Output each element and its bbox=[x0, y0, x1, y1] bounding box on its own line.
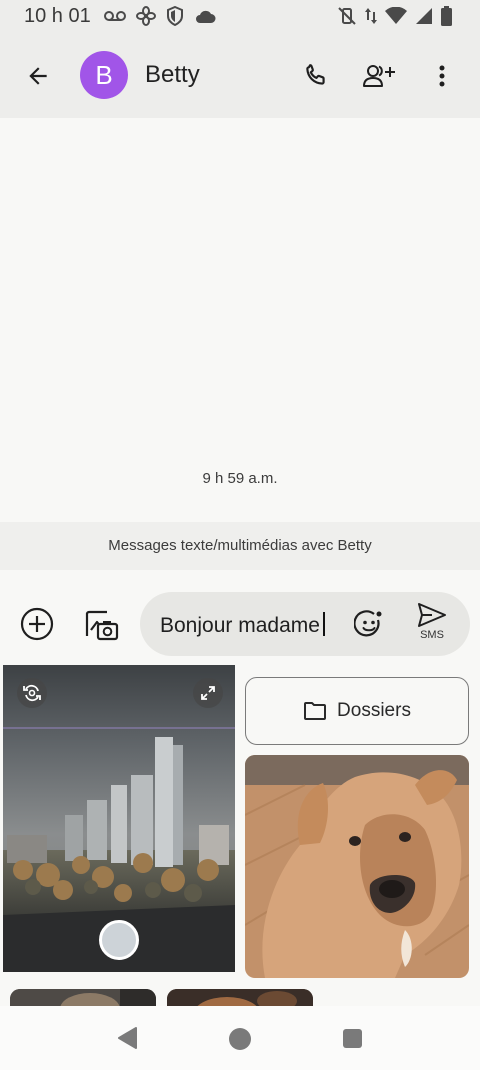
thumbnail-image bbox=[10, 989, 156, 1006]
emoji-button[interactable] bbox=[352, 608, 386, 642]
folder-icon bbox=[304, 702, 327, 720]
photo-camera-icon bbox=[85, 610, 119, 641]
message-input[interactable]: Bonjour madame bbox=[160, 612, 325, 638]
arrow-back-icon bbox=[29, 67, 47, 85]
attach-button[interactable] bbox=[18, 605, 56, 643]
capture-button[interactable] bbox=[99, 920, 139, 960]
more-options-button[interactable] bbox=[424, 56, 460, 96]
switch-camera-button[interactable] bbox=[17, 678, 47, 708]
message-input-box[interactable]: Bonjour madame SMS bbox=[140, 592, 470, 656]
send-mode-label: SMS bbox=[420, 629, 444, 641]
nav-home-button[interactable] bbox=[229, 1028, 251, 1050]
data-arrows-icon bbox=[365, 8, 377, 24]
gallery-camera-button[interactable] bbox=[80, 603, 122, 645]
fullscreen-camera-button[interactable] bbox=[193, 678, 223, 708]
media-picker: Dossiers bbox=[0, 664, 480, 1006]
contact-name[interactable]: Betty bbox=[145, 61, 200, 89]
thumbnail-image bbox=[167, 989, 313, 1006]
call-button[interactable] bbox=[296, 56, 336, 96]
conversation-app-bar: B Betty bbox=[0, 34, 480, 118]
gallery-photo-dog[interactable] bbox=[245, 755, 469, 978]
fan-icon bbox=[136, 6, 156, 26]
status-time: 10 h 01 bbox=[24, 5, 91, 27]
status-left-icons bbox=[104, 6, 216, 26]
expand-icon bbox=[201, 686, 215, 700]
system-navigation-bar bbox=[0, 1006, 480, 1070]
send-icon bbox=[418, 603, 446, 627]
message-input-text: Bonjour madame bbox=[160, 614, 320, 637]
shield-icon bbox=[167, 6, 183, 26]
compose-row: Bonjour madame SMS bbox=[0, 570, 480, 664]
nav-back-icon[interactable] bbox=[116, 1026, 140, 1050]
message-list[interactable]: 9 h 59 a.m. bbox=[0, 118, 480, 522]
dog-photo-image bbox=[245, 755, 469, 978]
status-right-icons bbox=[337, 6, 452, 26]
status-bar: 10 h 01 bbox=[0, 0, 480, 34]
signal-icon bbox=[416, 8, 432, 24]
nav-recents-button[interactable] bbox=[343, 1029, 362, 1048]
message-timestamp: 9 h 59 a.m. bbox=[202, 470, 278, 487]
folders-button[interactable]: Dossiers bbox=[245, 677, 469, 745]
folders-label: Dossiers bbox=[337, 700, 411, 721]
conversation-type-banner: Messages texte/multimédias avec Betty bbox=[0, 522, 480, 570]
send-button[interactable]: SMS bbox=[410, 602, 454, 648]
add-person-icon bbox=[363, 65, 395, 87]
add-circle-icon bbox=[20, 607, 54, 641]
battery-icon bbox=[441, 6, 452, 26]
gallery-thumbnail[interactable] bbox=[10, 989, 156, 1006]
vibrate-off-icon bbox=[338, 7, 356, 25]
emoji-icon bbox=[354, 610, 382, 637]
text-caret bbox=[322, 612, 325, 636]
voicemail-icon bbox=[104, 11, 126, 21]
phone-icon bbox=[306, 64, 325, 85]
cloud-icon bbox=[196, 10, 216, 23]
camera-preview[interactable] bbox=[3, 665, 235, 972]
back-button[interactable] bbox=[18, 56, 58, 96]
add-people-button[interactable] bbox=[358, 56, 400, 96]
flip-camera-icon bbox=[23, 684, 41, 702]
more-vert-icon bbox=[439, 65, 445, 87]
gallery-thumbnail[interactable] bbox=[167, 989, 313, 1006]
contact-avatar[interactable]: B bbox=[80, 51, 128, 99]
wifi-icon bbox=[385, 7, 407, 24]
